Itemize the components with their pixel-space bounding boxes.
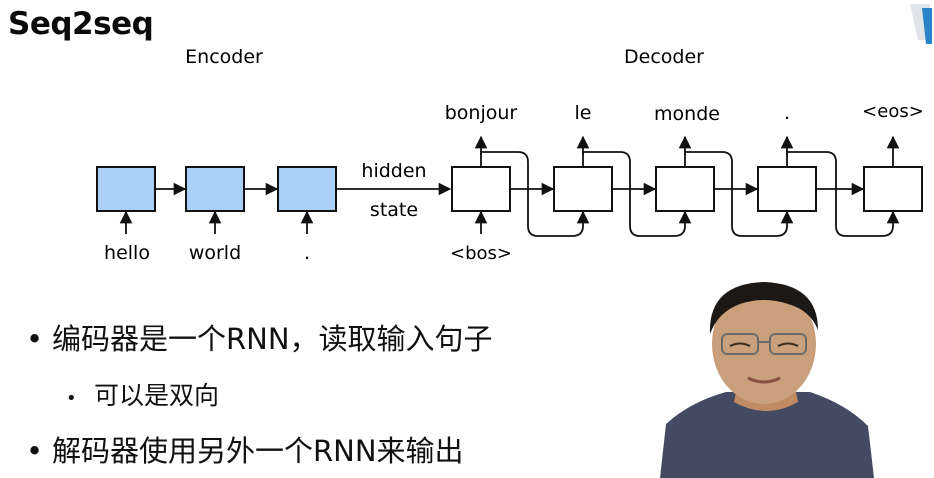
encoder-input-world: world	[189, 242, 241, 264]
presenter-video	[660, 274, 874, 478]
bullet-text-3: 解码器使用另外一个RNN来输出	[52, 434, 464, 468]
decoder-output-period: .	[784, 102, 790, 124]
bullet-text-2: 可以是双向	[94, 381, 220, 410]
bullet-item-2: • 可以是双向	[66, 376, 219, 412]
decoder-cell-5	[863, 166, 923, 212]
hidden-state-label-line2: state	[370, 199, 418, 221]
seq2seq-diagram: Encoder Decoder hello world . hidden sta…	[96, 46, 924, 264]
decoder-cell-4	[757, 166, 817, 212]
encoder-label: Encoder	[185, 46, 263, 68]
encoder-cell-2	[185, 166, 245, 212]
bullet-dot-icon: •	[26, 434, 44, 468]
encoder-cell-1	[96, 166, 156, 212]
bullet-item-1: • 编码器是一个RNN，读取输入句子	[26, 316, 493, 358]
encoder-input-period: .	[304, 242, 310, 264]
watermark-logo-icon	[898, 0, 934, 44]
decoder-output-monde: monde	[654, 103, 720, 125]
presenter-figure	[660, 282, 874, 478]
bullet-item-3: • 解码器使用另外一个RNN来输出	[26, 428, 464, 470]
decoder-cell-3	[655, 166, 715, 212]
bullet-dot-icon: •	[26, 322, 44, 356]
decoder-label: Decoder	[624, 46, 704, 68]
decoder-cell-2	[553, 166, 613, 212]
decoder-output-le: le	[575, 102, 592, 124]
decoder-output-bonjour: bonjour	[445, 102, 518, 124]
hidden-state-label-line1: hidden	[361, 160, 426, 182]
bullet-text-1: 编码器是一个RNN，读取输入句子	[52, 322, 493, 356]
encoder-input-hello: hello	[104, 242, 150, 264]
decoder-input-bos: <bos>	[450, 243, 512, 264]
decoder-output-eos: <eos>	[862, 101, 924, 122]
encoder-cell-3	[277, 166, 337, 212]
decoder-cell-1	[451, 166, 511, 212]
bullet-dot-icon: •	[66, 388, 77, 409]
